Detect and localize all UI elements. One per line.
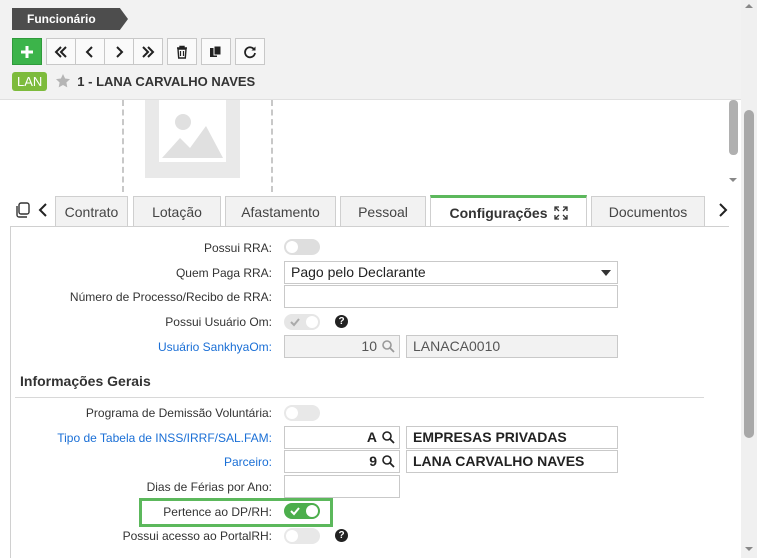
tipo-tabela-label[interactable]: Tipo de Tabela de INSS/IRRF/SAL.FAM:	[10, 431, 272, 445]
programa-demissao-label: Programa de Demissão Voluntária:	[85, 406, 272, 420]
delete-button[interactable]	[167, 38, 197, 65]
search-icon[interactable]	[382, 455, 395, 468]
section-divider	[15, 397, 704, 398]
tab-contrato[interactable]: Contrato	[55, 196, 128, 227]
refresh-icon	[244, 45, 256, 58]
last-icon	[142, 45, 155, 58]
tipo-tabela-code-input[interactable]: A	[284, 426, 400, 449]
programa-demissao-toggle[interactable]	[284, 405, 320, 421]
pertence-dp-label: Pertence ao DP/RH:	[163, 505, 272, 519]
record-badge: LAN	[12, 71, 48, 91]
trash-icon	[177, 45, 187, 59]
favorite-star[interactable]	[55, 73, 71, 89]
parceiro-description: LANA CARVALHO NAVES	[406, 450, 618, 473]
numero-processo-input[interactable]	[284, 285, 618, 308]
record-header: Funcionário LAN 1 - LANA CARVALHO NAVES	[0, 0, 757, 100]
prev-icon	[85, 45, 93, 58]
usuario-sankhya-description: LANACA0010	[406, 335, 618, 358]
possui-usuario-om-toggle[interactable]	[284, 314, 320, 330]
panel-scrollbar-thumb[interactable]	[729, 100, 738, 155]
add-icon	[21, 45, 33, 58]
tab-pessoal[interactable]: Pessoal	[340, 196, 426, 227]
help-icon[interactable]: ?	[335, 315, 348, 328]
scroll-down-arrow-icon[interactable]	[744, 544, 754, 554]
copy-tabs-icon[interactable]	[15, 202, 31, 218]
possui-usuario-om-label: Possui Usuário Om:	[165, 315, 272, 329]
quem-paga-rra-select[interactable]: Pago pelo Declarante	[284, 261, 618, 284]
toolbar	[12, 38, 269, 66]
check-icon	[290, 507, 300, 516]
record-info: LAN 1 - LANA CARVALHO NAVES	[12, 71, 255, 91]
dias-ferias-input[interactable]	[284, 475, 400, 498]
search-icon[interactable]	[382, 340, 395, 353]
next-icon	[116, 45, 124, 58]
tab-afastamento[interactable]: Afastamento	[225, 196, 336, 227]
tipo-tabela-description: EMPRESAS PRIVADAS	[406, 426, 618, 449]
add-button[interactable]	[12, 38, 42, 65]
page-scrollbar-thumb[interactable]	[744, 110, 754, 438]
image-placeholder-icon	[145, 100, 240, 178]
search-icon[interactable]	[382, 431, 395, 444]
numero-processo-label: Número de Processo/Recibo de RRA:	[69, 290, 272, 304]
possui-portal-label: Possui acesso ao PortalRH:	[122, 529, 272, 543]
possui-rra-label: Possui RRA:	[203, 241, 272, 255]
pertence-dp-toggle[interactable]	[284, 503, 320, 519]
refresh-button[interactable]	[235, 38, 265, 65]
parceiro-code-input[interactable]: 9	[284, 450, 400, 473]
star-icon	[56, 74, 71, 88]
help-icon[interactable]: ?	[335, 529, 348, 542]
quem-paga-rra-label: Quem Paga RRA:	[175, 266, 272, 280]
screen-title: Funcionário	[12, 8, 128, 30]
first-record-button[interactable]	[46, 38, 76, 65]
tab-lotacao[interactable]: Lotação	[133, 196, 221, 227]
copy-icon	[210, 45, 222, 57]
first-icon	[54, 45, 67, 58]
parceiro-label[interactable]: Parceiro:	[10, 455, 272, 469]
tabs-next-arrow-icon[interactable]	[716, 202, 730, 218]
expand-icon[interactable]	[553, 205, 568, 220]
chevron-down-icon	[601, 270, 611, 276]
possui-rra-toggle[interactable]	[284, 239, 320, 255]
panel-scroll-down-arrow-icon[interactable]	[728, 176, 738, 184]
last-record-button[interactable]	[133, 38, 163, 65]
possui-portal-toggle[interactable]	[284, 528, 320, 544]
tabs-prev-arrow-icon[interactable]	[36, 202, 50, 218]
dias-ferias-label: Dias de Férias por Ano:	[146, 480, 272, 494]
section-title-informacoes-gerais: Informações Gerais	[20, 373, 151, 389]
usuario-sankhya-code-input[interactable]: 10	[284, 335, 400, 358]
tab-configuracoes[interactable]: Configurações	[430, 195, 587, 227]
duplicate-button[interactable]	[201, 38, 231, 65]
tab-documentos[interactable]: Documentos	[591, 196, 705, 227]
record-title: 1 - LANA CARVALHO NAVES	[77, 73, 256, 89]
prev-record-button[interactable]	[75, 38, 105, 65]
check-icon	[290, 318, 300, 327]
next-record-button[interactable]	[104, 38, 134, 65]
usuario-sankhya-label[interactable]: Usuário SankhyaOm:	[10, 340, 272, 354]
scroll-up-arrow-icon[interactable]	[741, 0, 757, 12]
